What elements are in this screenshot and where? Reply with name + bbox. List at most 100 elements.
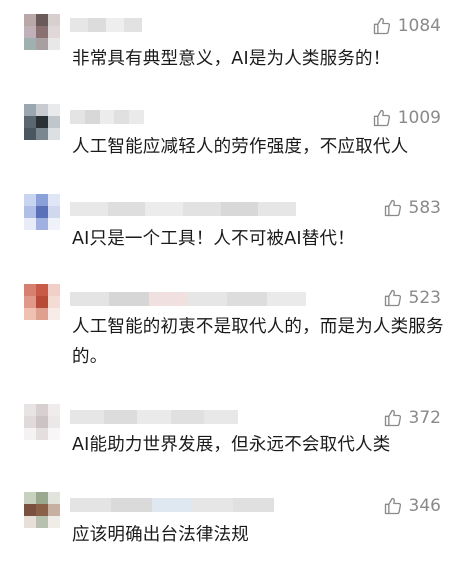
- like-button[interactable]: 583: [383, 198, 441, 218]
- username-pixel: [151, 498, 193, 512]
- like-button[interactable]: 1009: [372, 108, 441, 128]
- avatar-pixel: [48, 206, 60, 218]
- avatar-pixel: [24, 194, 36, 206]
- avatar-pixel: [36, 416, 48, 428]
- avatar-pixel: [48, 416, 60, 428]
- username-pixel: [129, 110, 144, 124]
- comment-text: AI只是一个工具！人不可被AI替代！: [72, 229, 355, 249]
- username-pixel: [70, 410, 104, 424]
- username-pixel: [103, 410, 138, 424]
- username-pixel: [187, 292, 228, 306]
- username-pixel: [227, 292, 267, 306]
- username-pixel: [204, 410, 238, 424]
- avatar-pixel: [36, 38, 48, 50]
- avatar-pixel: [24, 308, 36, 320]
- username-blurred[interactable]: [70, 202, 296, 216]
- like-count: 583: [408, 198, 441, 218]
- like-count: 372: [408, 408, 441, 428]
- like-count: 523: [408, 288, 441, 308]
- comment-text: 人工智能的初衷不是取代人的，而是为人类服务的。: [72, 317, 444, 367]
- avatar-pixel: [48, 308, 60, 320]
- avatar-pixel: [24, 428, 36, 440]
- avatar-pixel: [36, 206, 48, 218]
- avatar-pixel: [24, 504, 36, 516]
- username-pixel: [88, 18, 106, 32]
- avatar-pixel: [36, 116, 48, 128]
- avatar-pixel: [36, 128, 48, 140]
- avatar-pixel: [48, 284, 60, 296]
- avatar-pixel: [24, 128, 36, 140]
- avatar-pixel: [48, 296, 60, 308]
- avatar-pixel: [36, 218, 48, 230]
- username-blurred[interactable]: [70, 498, 274, 512]
- username-pixel: [106, 18, 124, 32]
- username-pixel: [182, 202, 221, 216]
- username-pixel: [124, 18, 142, 32]
- avatar-pixel: [36, 296, 48, 308]
- avatar-pixel: [36, 308, 48, 320]
- avatar-pixel: [36, 504, 48, 516]
- like-button[interactable]: 1084: [372, 16, 441, 36]
- avatar[interactable]: [24, 492, 60, 528]
- avatar-pixel: [48, 116, 60, 128]
- avatar-pixel: [48, 38, 60, 50]
- avatar-pixel: [24, 404, 36, 416]
- avatar[interactable]: [24, 194, 60, 230]
- username-blurred[interactable]: [70, 410, 238, 424]
- avatar-pixel: [24, 516, 36, 528]
- avatar-pixel: [24, 296, 36, 308]
- avatar-pixel: [48, 26, 60, 38]
- username-pixel: [148, 292, 188, 306]
- thumbs-up-icon: [372, 16, 392, 36]
- avatar-pixel: [36, 404, 48, 416]
- username-pixel: [70, 292, 110, 306]
- username-pixel: [107, 202, 146, 216]
- username-pixel: [170, 410, 205, 424]
- avatar-pixel: [24, 206, 36, 218]
- avatar-pixel: [36, 516, 48, 528]
- avatar-pixel: [48, 128, 60, 140]
- username-pixel: [70, 498, 111, 512]
- like-count: 346: [408, 496, 441, 516]
- like-button[interactable]: 523: [383, 288, 441, 308]
- like-button[interactable]: 346: [383, 496, 441, 516]
- avatar-pixel: [24, 416, 36, 428]
- username-pixel: [110, 498, 152, 512]
- comment-text: AI能助力世界发展，但永远不会取代人类: [72, 435, 391, 455]
- avatar-pixel: [48, 504, 60, 516]
- avatar-pixel: [24, 104, 36, 116]
- username-blurred[interactable]: [70, 292, 306, 306]
- avatar-pixel: [48, 516, 60, 528]
- username-pixel: [109, 292, 149, 306]
- avatar-pixel: [36, 492, 48, 504]
- comment-text: 人工智能应减轻人的劳作强度，不应取代人: [72, 137, 409, 157]
- username-pixel: [266, 292, 306, 306]
- avatar-pixel: [36, 26, 48, 38]
- avatar-pixel: [36, 284, 48, 296]
- username-pixel: [145, 202, 183, 216]
- avatar-pixel: [24, 284, 36, 296]
- username-blurred[interactable]: [70, 18, 142, 32]
- avatar-pixel: [36, 194, 48, 206]
- username-pixel: [233, 498, 274, 512]
- like-count: 1084: [397, 16, 441, 36]
- thumbs-up-icon: [383, 288, 403, 308]
- avatar-pixel: [24, 218, 36, 230]
- avatar[interactable]: [24, 14, 60, 50]
- like-button[interactable]: 372: [383, 408, 441, 428]
- username-blurred[interactable]: [70, 110, 144, 124]
- avatar-pixel: [48, 492, 60, 504]
- avatar[interactable]: [24, 404, 60, 440]
- avatar-pixel: [36, 104, 48, 116]
- avatar-pixel: [24, 26, 36, 38]
- avatar[interactable]: [24, 284, 60, 320]
- avatar-pixel: [24, 14, 36, 26]
- username-pixel: [99, 110, 115, 124]
- avatar-pixel: [36, 428, 48, 440]
- avatar-pixel: [48, 14, 60, 26]
- thumbs-up-icon: [383, 198, 403, 218]
- username-pixel: [258, 202, 296, 216]
- avatar[interactable]: [24, 104, 60, 140]
- avatar-pixel: [48, 194, 60, 206]
- username-pixel: [70, 18, 88, 32]
